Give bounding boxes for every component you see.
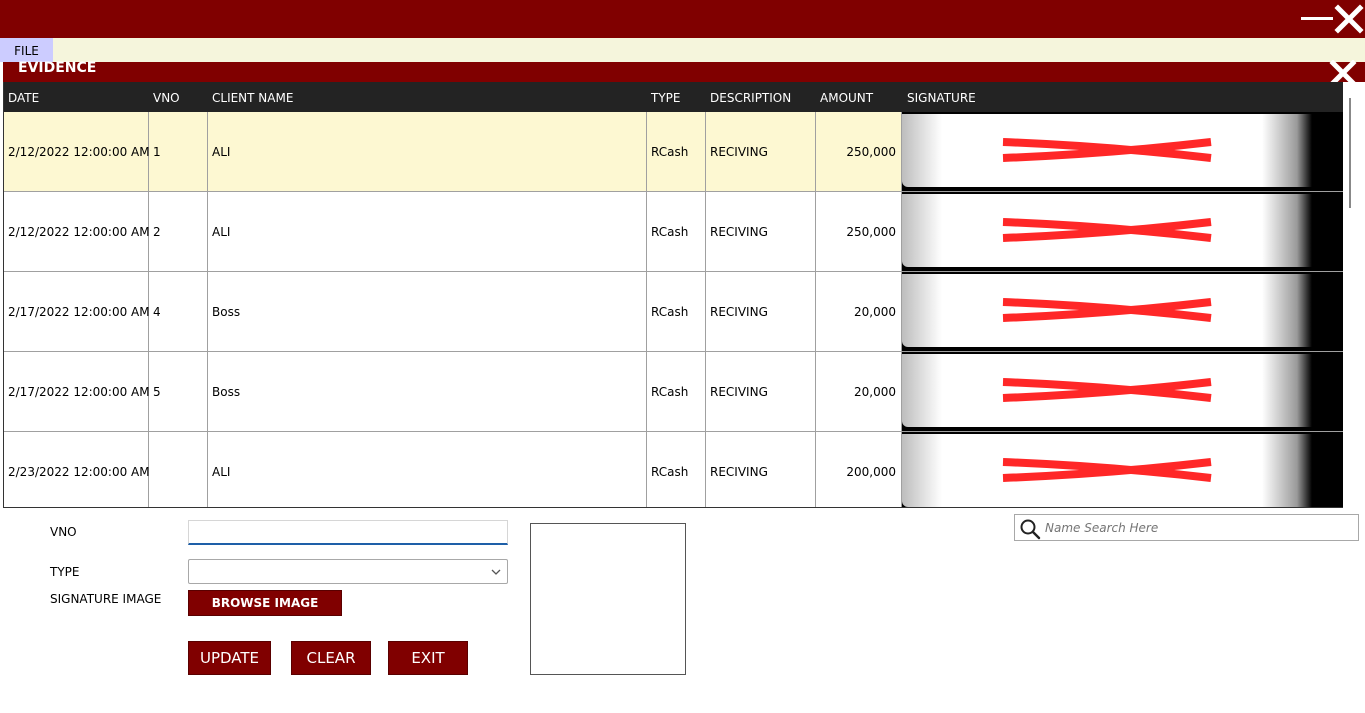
signature-image (902, 354, 1342, 427)
signature-image (902, 274, 1342, 347)
cell-date[interactable]: 2/17/2022 12:00:00 AM (4, 352, 150, 432)
cell-amount[interactable]: 250,000 (816, 192, 902, 272)
scrollbar-thumb[interactable] (1349, 98, 1351, 208)
column-header-type[interactable]: TYPE (651, 91, 680, 105)
signature-thumbnail[interactable] (902, 272, 1343, 351)
cell-vno[interactable] (149, 432, 208, 507)
vno-label: VNO (50, 525, 77, 539)
cell-description[interactable]: RECIVING (706, 112, 816, 192)
column-header-signature[interactable]: SIGNATURE (907, 91, 976, 105)
menu-bar: FILE (0, 38, 1365, 62)
cell-client-name[interactable]: ALI (208, 432, 647, 507)
vno-input[interactable] (188, 520, 508, 545)
search-input[interactable] (1045, 518, 1350, 538)
cell-type[interactable]: RCash (647, 112, 706, 192)
cell-amount[interactable]: 250,000 (816, 112, 902, 192)
column-header-vno[interactable]: VNO (153, 91, 180, 105)
cell-amount[interactable]: 200,000 (816, 432, 902, 507)
cell-vno[interactable]: 1 (149, 112, 208, 192)
cell-amount[interactable]: 20,000 (816, 272, 902, 352)
type-select[interactable] (188, 559, 508, 584)
signature-x-icon (1002, 378, 1212, 402)
title-bar (0, 0, 1365, 38)
table-row[interactable]: 2/17/2022 12:00:00 AM 5 Boss RCash RECIV… (4, 352, 1343, 432)
table-row[interactable]: 2/17/2022 12:00:00 AM 4 Boss RCash RECIV… (4, 272, 1343, 352)
type-label: TYPE (50, 565, 80, 579)
cell-date[interactable]: 2/23/2022 12:00:00 AM (4, 432, 150, 507)
chevron-down-icon (491, 569, 501, 575)
signature-thumbnail[interactable] (902, 112, 1343, 191)
minimize-icon[interactable] (1301, 17, 1333, 20)
panel-title: EVIDENCE (18, 60, 97, 76)
signature-thumbnail[interactable] (902, 192, 1343, 271)
signature-x-icon (1002, 218, 1212, 242)
grid-vertical-scrollbar[interactable] (1343, 82, 1365, 508)
signature-preview-box (530, 523, 686, 675)
cell-type[interactable]: RCash (647, 272, 706, 352)
signature-thumbnail[interactable] (902, 352, 1343, 431)
signature-x-icon (1002, 458, 1212, 482)
column-header-amount[interactable]: AMOUNT (820, 91, 873, 105)
table-row[interactable]: 2/12/2022 12:00:00 AM 2 ALI RCash RECIVI… (4, 192, 1343, 272)
grid-header: DATE VNO CLIENT NAME TYPE DESCRIPTION AM… (4, 82, 1343, 112)
signature-image-label: SIGNATURE IMAGE (50, 592, 162, 606)
search-icon (1020, 519, 1041, 540)
cell-vno[interactable]: 2 (149, 192, 208, 272)
signature-x-icon (1002, 138, 1212, 162)
column-header-client-name[interactable]: CLIENT NAME (212, 91, 293, 105)
cell-date[interactable]: 2/12/2022 12:00:00 AM (4, 192, 150, 272)
cell-type[interactable]: RCash (647, 432, 706, 507)
cell-type[interactable]: RCash (647, 352, 706, 432)
cell-vno[interactable]: 4 (149, 272, 208, 352)
signature-x-icon (1002, 298, 1212, 322)
cell-description[interactable]: RECIVING (706, 192, 816, 272)
update-button[interactable]: UPDATE (188, 641, 271, 675)
cell-amount[interactable]: 20,000 (816, 352, 902, 432)
column-header-date[interactable]: DATE (8, 91, 39, 105)
signature-image (902, 434, 1342, 507)
evidence-grid[interactable]: DATE VNO CLIENT NAME TYPE DESCRIPTION AM… (3, 82, 1343, 508)
cell-date[interactable]: 2/17/2022 12:00:00 AM (4, 272, 150, 352)
evidence-panel-header: EVIDENCE (3, 60, 1365, 86)
clear-button[interactable]: CLEAR (291, 641, 371, 675)
signature-image (902, 194, 1342, 267)
cell-client-name[interactable]: ALI (208, 112, 647, 192)
table-row[interactable]: 2/23/2022 12:00:00 AM ALI RCash RECIVING… (4, 432, 1343, 507)
table-row[interactable]: 2/12/2022 12:00:00 AM 1 ALI RCash RECIVI… (4, 112, 1343, 192)
browse-image-button[interactable]: BROWSE IMAGE (188, 590, 342, 616)
cell-client-name[interactable]: ALI (208, 192, 647, 272)
column-header-description[interactable]: DESCRIPTION (710, 91, 791, 105)
cell-description[interactable]: RECIVING (706, 352, 816, 432)
cell-description[interactable]: RECIVING (706, 432, 816, 507)
cell-vno[interactable]: 5 (149, 352, 208, 432)
cell-type[interactable]: RCash (647, 192, 706, 272)
name-search-box[interactable] (1014, 514, 1359, 541)
signature-image (902, 114, 1342, 187)
exit-button[interactable]: EXIT (388, 641, 468, 675)
cell-client-name[interactable]: Boss (208, 352, 647, 432)
menu-file[interactable]: FILE (0, 38, 53, 62)
signature-thumbnail[interactable] (902, 432, 1343, 507)
close-icon[interactable] (1334, 4, 1364, 34)
cell-description[interactable]: RECIVING (706, 272, 816, 352)
cell-date[interactable]: 2/12/2022 12:00:00 AM (4, 112, 150, 192)
cell-client-name[interactable]: Boss (208, 272, 647, 352)
